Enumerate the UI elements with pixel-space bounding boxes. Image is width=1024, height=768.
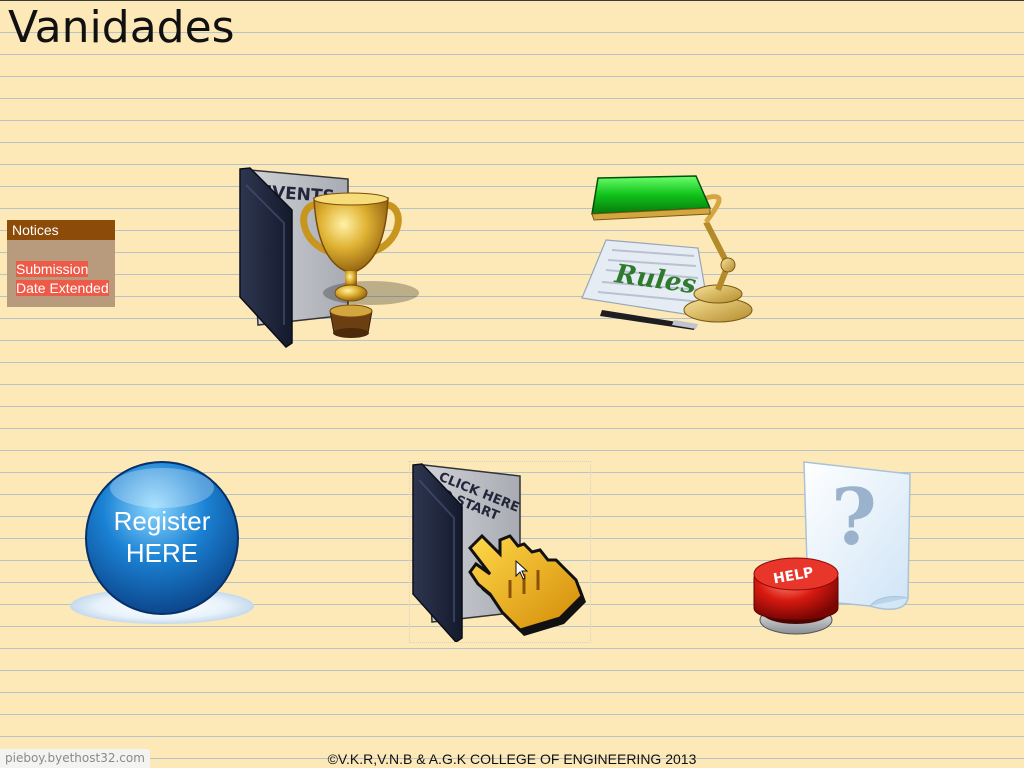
host-badge[interactable]: pieboy.byethost32.com bbox=[0, 749, 150, 768]
help-icon: ? HELP bbox=[753, 461, 911, 635]
rules-tile[interactable]: Rules bbox=[578, 170, 764, 335]
notices-list: Submission Date Extended bbox=[7, 240, 115, 297]
notice-item-submission[interactable]: Submission Date Extended bbox=[16, 261, 109, 296]
hand-cursor-icon bbox=[468, 533, 586, 636]
start-tile[interactable]: CLICK HERE TO START bbox=[409, 461, 591, 643]
start-icon: CLICK HERE TO START bbox=[412, 463, 586, 642]
site-title: Vanidades bbox=[8, 2, 235, 53]
help-button-icon: HELP bbox=[753, 557, 839, 635]
register-label-line2: HERE bbox=[126, 538, 198, 568]
rules-icon: Rules bbox=[581, 175, 753, 330]
notices-panel: Notices Submission Date Extended bbox=[7, 220, 115, 307]
events-icon: EVENTS bbox=[239, 167, 419, 348]
help-question-mark: ? bbox=[831, 472, 877, 563]
register-label-line1: Register bbox=[114, 506, 211, 536]
notices-heading: Notices bbox=[7, 220, 115, 240]
events-tile[interactable]: EVENTS bbox=[236, 165, 422, 350]
footer-copyright: ©V.K.R,V.N.B & A.G.K COLLEGE OF ENGINEER… bbox=[327, 751, 697, 767]
help-tile[interactable]: ? HELP bbox=[750, 460, 922, 644]
register-tile[interactable]: Register HERE bbox=[68, 460, 256, 628]
register-button-icon: Register HERE bbox=[70, 461, 254, 624]
top-border bbox=[0, 0, 1024, 1]
